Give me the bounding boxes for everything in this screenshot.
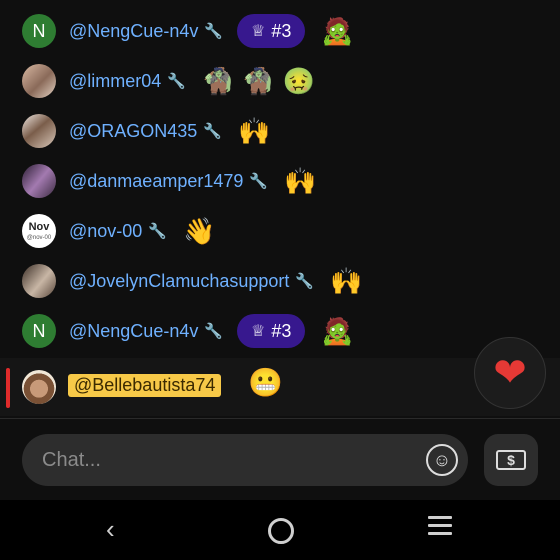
crown-icon: ♕ [251, 323, 266, 340]
system-nav-bar: ‹ [0, 500, 560, 560]
wrench-icon: 🔧 [204, 323, 224, 340]
emote-sticker: 🙌 [238, 116, 271, 146]
wrench-icon: 🔧 [148, 223, 167, 240]
wrench-icon: 🔧 [204, 23, 224, 40]
emote-sticker: 😬 [248, 367, 283, 398]
recents-nav-button[interactable] [428, 516, 452, 540]
chat-message: N @NengCue-n4v 🔧 ♕ #3 🧟 [0, 306, 560, 356]
chat-input-box[interactable]: ☺ [22, 434, 468, 486]
chat-message: @ORAGON435 🔧 🙌 [0, 106, 560, 156]
username-text: @nov-00 [69, 220, 143, 241]
username-text: @ORAGON435 [69, 120, 198, 141]
home-nav-button[interactable] [268, 518, 294, 544]
back-nav-button[interactable]: ‹ [106, 514, 115, 545]
chat-message: Nov @nov-00 @nov-00 🔧 👋 [0, 206, 560, 256]
avatar[interactable] [22, 164, 56, 198]
avatar[interactable]: N [22, 314, 56, 348]
chat-message: @limmer04 🔧 🧌 🧌 🤢 [0, 56, 560, 106]
wrench-icon: 🔧 [167, 73, 186, 90]
avatar-subtext: @nov-00 [26, 234, 52, 241]
chat-message: @danmaeamper1479 🔧 🙌 [0, 156, 560, 206]
username-text: @danmaeamper1479 [69, 170, 244, 191]
rank-text: #3 [271, 320, 292, 341]
menu-line [428, 532, 452, 535]
avatar-letter: N [32, 20, 46, 41]
avatar[interactable]: N [22, 14, 56, 48]
avatar-text: Nov [28, 220, 50, 233]
divider [0, 418, 560, 419]
chat-message: N @NengCue-n4v 🔧 ♕ #3 🧟 [0, 6, 560, 56]
emote-sticker: 👋 [183, 216, 216, 246]
username-text: @NengCue-n4v [69, 320, 199, 341]
username-text: @JovelynClamuchasupport [69, 270, 290, 291]
menu-line [428, 524, 452, 527]
emote-sticker: 🧌 [201, 66, 235, 96]
rank-text: #3 [271, 20, 292, 41]
wrench-icon: 🔧 [249, 173, 269, 190]
chat-message-list: N @NengCue-n4v 🔧 ♕ #3 🧟 @limmer04 🔧 🧌 🧌 … [0, 0, 560, 356]
avatar[interactable] [22, 264, 56, 298]
chat-message: @JovelynClamuchasupport 🔧 🙌 [0, 256, 560, 306]
avatar[interactable] [22, 64, 56, 98]
rank-badge: ♕ #3 [237, 14, 306, 48]
wrench-icon: 🔧 [203, 123, 222, 140]
chat-input-field[interactable] [40, 447, 404, 473]
wrench-icon: 🔧 [295, 273, 315, 290]
chat-username[interactable]: @NengCue-n4v 🔧 ♕ #3 🧟 [69, 314, 354, 348]
crown-icon: ♕ [251, 23, 266, 40]
username-text: @limmer04 [69, 70, 162, 91]
pinned-indicator-bar [6, 368, 10, 408]
avatar[interactable]: Nov @nov-00 [22, 214, 56, 248]
rank-badge: ♕ #3 [237, 314, 306, 348]
emote-sticker: 🧌 [242, 66, 275, 96]
avatar[interactable] [22, 370, 56, 404]
emote-sticker: 🙌 [284, 166, 317, 196]
emote-sticker: 🧟 [321, 16, 354, 46]
emote-sticker: 🙌 [330, 266, 363, 296]
emote-sticker: 🧟 [321, 316, 354, 346]
menu-line [428, 516, 452, 519]
chat-username[interactable]: @danmaeamper1479 🔧 🙌 [69, 168, 316, 194]
chat-username[interactable]: @ORAGON435 🔧 🙌 [69, 118, 270, 144]
emoji-icon: ☺ [432, 449, 452, 470]
heart-icon: ❤ [493, 351, 527, 395]
heart-reaction-button[interactable]: ❤ [474, 337, 546, 409]
emote-sticker: 🤢 [282, 66, 316, 96]
pinned-username[interactable]: @Bellebautista74 [68, 374, 222, 397]
avatar-letter: N [32, 320, 46, 341]
chat-username[interactable]: @JovelynClamuchasupport 🔧 🙌 [69, 268, 362, 294]
username-text: @NengCue-n4v [69, 20, 199, 41]
chat-username[interactable]: @nov-00 🔧 👋 [69, 218, 215, 244]
chat-username[interactable]: @limmer04 🔧 🧌 🧌 🤢 [69, 68, 315, 94]
avatar[interactable] [22, 114, 56, 148]
super-chat-button[interactable]: $ [484, 434, 538, 486]
money-icon: $ [496, 450, 526, 470]
chat-username[interactable]: @NengCue-n4v 🔧 ♕ #3 🧟 [69, 14, 354, 48]
emoji-button[interactable]: ☺ [426, 444, 458, 476]
